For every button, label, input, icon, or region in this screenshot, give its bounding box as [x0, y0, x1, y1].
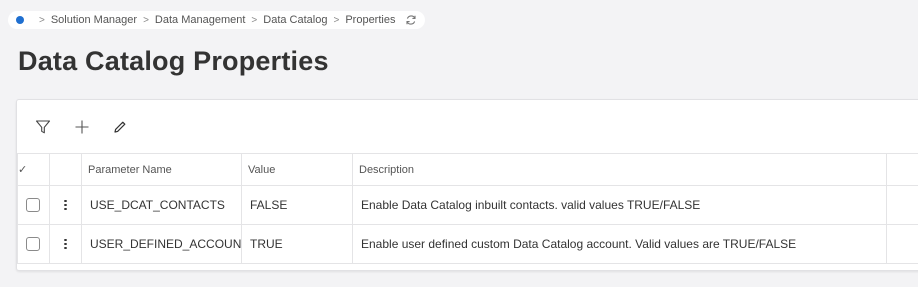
- header-filler: [886, 153, 918, 186]
- filter-button[interactable]: [33, 119, 53, 139]
- row-actions-cell[interactable]: [49, 224, 82, 264]
- column-header-value[interactable]: Value: [241, 153, 353, 186]
- cell-description[interactable]: Enable user defined custom Data Catalog …: [352, 224, 887, 264]
- breadcrumb-item-solution-manager[interactable]: Solution Manager: [51, 14, 137, 26]
- row-checkbox[interactable]: [26, 237, 40, 251]
- row-actions-cell[interactable]: [49, 185, 82, 225]
- table-header-row: ✓ Parameter Name Value Description: [17, 153, 918, 186]
- refresh-icon[interactable]: [405, 14, 417, 26]
- kebab-menu-icon[interactable]: [51, 199, 81, 211]
- header-actions: [49, 153, 82, 186]
- breadcrumb-item-data-management[interactable]: Data Management: [155, 14, 246, 26]
- cell-parameter-name[interactable]: USER_DEFINED_ACCOUNT: [81, 224, 242, 264]
- breadcrumb-separator: >: [251, 14, 258, 26]
- cell-value[interactable]: FALSE: [241, 185, 353, 225]
- filter-icon: [35, 119, 51, 140]
- breadcrumb-item-data-catalog[interactable]: Data Catalog: [263, 14, 327, 26]
- cell-filler: [886, 224, 918, 264]
- page-title: Data Catalog Properties: [18, 46, 329, 76]
- table-row[interactable]: USER_DEFINED_ACCOUNT TRUE Enable user de…: [17, 224, 918, 264]
- column-header-description[interactable]: Description: [352, 153, 887, 186]
- edit-button[interactable]: [110, 119, 130, 139]
- check-icon: ✓: [18, 164, 28, 176]
- breadcrumb-separator: >: [333, 14, 340, 26]
- home-dot-icon[interactable]: [16, 16, 24, 24]
- cell-parameter-name[interactable]: USE_DCAT_CONTACTS: [81, 185, 242, 225]
- breadcrumb-item-properties: Properties: [345, 14, 396, 26]
- row-select-cell[interactable]: [17, 185, 50, 225]
- cell-value[interactable]: TRUE: [241, 224, 353, 264]
- row-checkbox[interactable]: [26, 198, 40, 212]
- select-all-checkbox[interactable]: ✓: [17, 153, 50, 186]
- properties-card: ✓ Parameter Name Value Description USE_D…: [16, 99, 918, 271]
- row-select-cell[interactable]: [17, 224, 50, 264]
- pencil-icon: [113, 120, 127, 139]
- toolbar: [17, 100, 918, 154]
- properties-table: ✓ Parameter Name Value Description USE_D…: [17, 153, 918, 264]
- breadcrumb: > Solution Manager > Data Management > D…: [8, 11, 426, 29]
- cell-description[interactable]: Enable Data Catalog inbuilt contacts. va…: [352, 185, 887, 225]
- cell-filler: [886, 185, 918, 225]
- breadcrumb-separator: >: [143, 14, 149, 26]
- add-button[interactable]: [72, 119, 92, 139]
- breadcrumb-separator: >: [39, 14, 45, 26]
- kebab-menu-icon[interactable]: [51, 238, 81, 250]
- plus-icon: [74, 119, 90, 140]
- column-header-parameter-name[interactable]: Parameter Name: [81, 153, 242, 186]
- table-row[interactable]: USE_DCAT_CONTACTS FALSE Enable Data Cata…: [17, 185, 918, 225]
